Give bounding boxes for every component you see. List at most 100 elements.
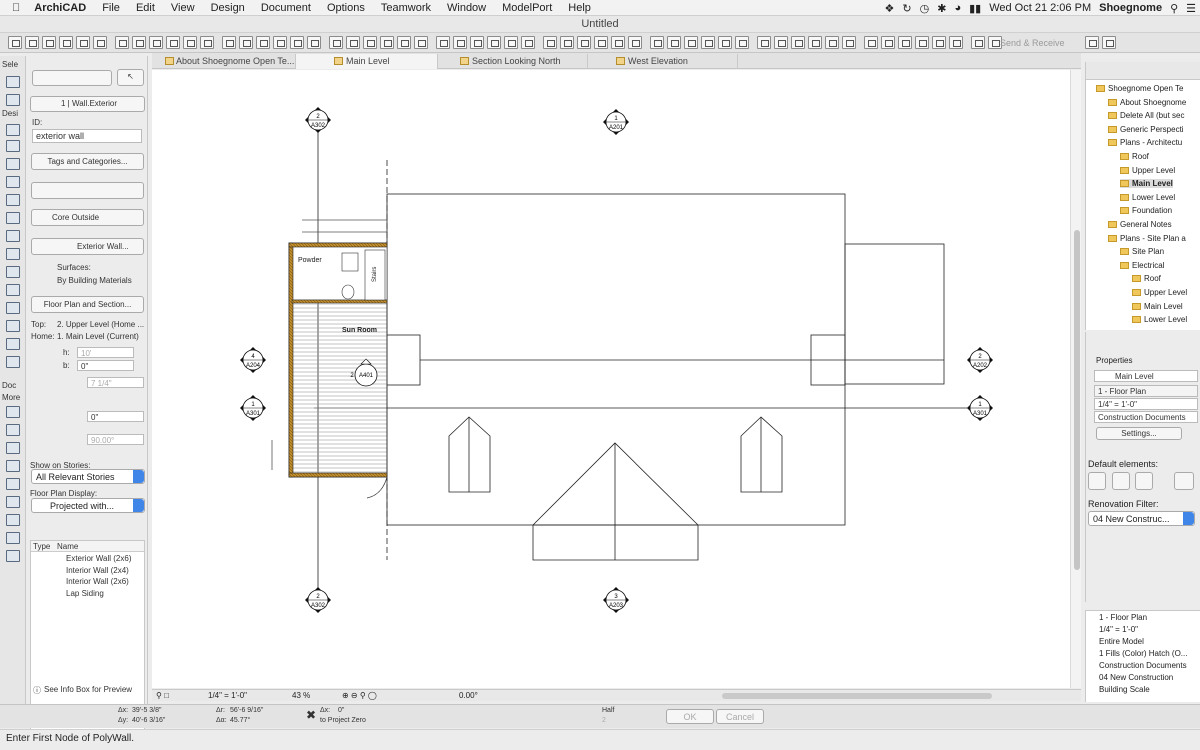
- toolbar-button[interactable]: [470, 36, 484, 49]
- ok-button[interactable]: OK: [666, 709, 714, 724]
- quick-option[interactable]: Construction Documents: [1099, 661, 1187, 670]
- tool-icon[interactable]: [6, 76, 20, 88]
- navigator-item[interactable]: Main Level: [1132, 302, 1183, 311]
- table-row[interactable]: Exterior Wall (2x6): [66, 554, 132, 563]
- geometry-method-buttons[interactable]: [32, 70, 112, 86]
- navigator-item[interactable]: Roof: [1120, 152, 1149, 161]
- menu-document[interactable]: Document: [253, 2, 319, 14]
- dormer-window-east[interactable]: [740, 416, 783, 493]
- toolbar-button[interactable]: [8, 36, 22, 49]
- menu-modelport[interactable]: ModelPort: [494, 2, 560, 14]
- core-outside-selector[interactable]: Core Outside: [31, 209, 144, 226]
- horizontal-scrollbar[interactable]: [722, 693, 992, 699]
- toolbar-button[interactable]: [42, 36, 56, 49]
- quick-option[interactable]: Entire Model: [1099, 637, 1144, 646]
- tool-icon[interactable]: [6, 338, 20, 350]
- section-marker[interactable]: 2 A302: [305, 587, 331, 613]
- navigator-item[interactable]: Lower Level: [1132, 315, 1187, 324]
- toolbar-button[interactable]: [628, 36, 642, 49]
- app-menu[interactable]: ArchiCAD: [26, 2, 94, 14]
- base-offset-field[interactable]: 0": [77, 360, 134, 371]
- floor-plan-section-button[interactable]: Floor Plan and Section...: [31, 296, 144, 313]
- tool-icon[interactable]: [6, 140, 20, 152]
- zoom-buttons[interactable]: ⊕ ⊖ ⚲ ◯: [342, 691, 377, 701]
- toolbar-button[interactable]: [881, 36, 895, 49]
- toolbar-button[interactable]: [611, 36, 625, 49]
- section-marker[interactable]: 1 A301: [967, 395, 993, 421]
- menu-options[interactable]: Options: [319, 2, 373, 14]
- navigator-item[interactable]: Generic Perspecti: [1108, 125, 1184, 134]
- default-element-button[interactable]: [1088, 472, 1106, 490]
- default-element-button[interactable]: [1174, 472, 1194, 490]
- tool-icon[interactable]: [6, 194, 20, 206]
- front-gable[interactable]: [532, 442, 699, 561]
- tool-icon[interactable]: [6, 424, 20, 436]
- toolbar-button[interactable]: [59, 36, 73, 49]
- quick-option[interactable]: Building Scale: [1099, 685, 1150, 694]
- toolbar-button[interactable]: [200, 36, 214, 49]
- toolbar-button[interactable]: [453, 36, 467, 49]
- navigator-item[interactable]: Lower Level: [1120, 193, 1175, 202]
- dy-value[interactable]: 40'-6 3/16": [132, 717, 165, 724]
- navigator-toolbar[interactable]: [1086, 62, 1200, 80]
- navigator-item[interactable]: Plans - Architectu: [1108, 138, 1182, 147]
- tool-icon[interactable]: [6, 266, 20, 278]
- wall-structure-buttons[interactable]: [31, 182, 144, 199]
- toolbar-button[interactable]: [273, 36, 287, 49]
- tool-icon[interactable]: [6, 442, 20, 454]
- toolbar-button[interactable]: [329, 36, 343, 49]
- quick-option[interactable]: 1/4" = 1'-0": [1099, 625, 1138, 634]
- quick-option[interactable]: 04 New Construction: [1099, 673, 1173, 682]
- apple-menu-icon[interactable]: : [0, 2, 26, 14]
- section-marker[interactable]: 2 A302: [305, 107, 331, 133]
- room-label-stairs[interactable]: Stairs: [372, 267, 378, 282]
- layer-selector[interactable]: 1 | Wall.Exterior: [30, 96, 145, 112]
- tool-icon[interactable]: [6, 406, 20, 418]
- toolbar-button[interactable]: [735, 36, 749, 49]
- scroll-thumb[interactable]: [1074, 230, 1080, 570]
- section-marker[interactable]: 1 A301: [240, 395, 266, 421]
- navigator-item[interactable]: Electrical: [1120, 261, 1164, 270]
- scale-field[interactable]: 1/4" = 1'-0": [1094, 398, 1198, 410]
- tool-icon[interactable]: [6, 212, 20, 224]
- navigator-item[interactable]: About Shoegnome: [1108, 98, 1186, 107]
- tab-section-north[interactable]: Section Looking North: [438, 54, 588, 69]
- offset-field[interactable]: 0": [87, 411, 144, 422]
- floor-plan-canvas[interactable]: Powder Sun Room Stairs 2 A302 1 A201 4 A…: [152, 70, 1070, 688]
- toolbar-button[interactable]: [290, 36, 304, 49]
- tool-icon[interactable]: [6, 460, 20, 472]
- navigator-item[interactable]: Upper Level: [1132, 288, 1187, 297]
- menu-design[interactable]: Design: [203, 2, 253, 14]
- half-value[interactable]: 2: [602, 717, 606, 724]
- toolbar-button[interactable]: [560, 36, 574, 49]
- dropbox-icon[interactable]: ❖: [881, 2, 899, 15]
- interior-wall[interactable]: [291, 299, 388, 304]
- toolbar-button[interactable]: [166, 36, 180, 49]
- zoom-tool-icons[interactable]: ⚲ □: [156, 691, 169, 701]
- arrow-tool-icon[interactable]: ↖: [117, 69, 144, 86]
- clock[interactable]: Wed Oct 21 2:06 PM: [985, 2, 1095, 14]
- toolbar-button[interactable]: [915, 36, 929, 49]
- settings-button[interactable]: Settings...: [1096, 427, 1182, 440]
- elevation-marker[interactable]: 2 A202: [967, 347, 993, 373]
- toolbar-button[interactable]: [239, 36, 253, 49]
- floor-plan-display-select[interactable]: Projected with...: [31, 498, 145, 513]
- toolbar-button[interactable]: [93, 36, 107, 49]
- menu-help[interactable]: Help: [560, 2, 599, 14]
- renovation-filter-select[interactable]: 04 New Construc...: [1088, 511, 1195, 526]
- navigator-item[interactable]: Foundation: [1120, 206, 1172, 215]
- toolbar-button[interactable]: [1102, 36, 1116, 49]
- roof-outline[interactable]: [386, 193, 846, 526]
- roof-extension-east[interactable]: [844, 243, 945, 385]
- toolbar-button[interactable]: [132, 36, 146, 49]
- quick-option[interactable]: 1 - Floor Plan: [1099, 613, 1147, 622]
- battery-icon[interactable]: ▮▮: [965, 2, 985, 15]
- surfaces-value[interactable]: By Building Materials: [57, 276, 132, 285]
- id-field[interactable]: exterior wall: [32, 129, 142, 143]
- spotlight-icon[interactable]: ⚲: [1166, 2, 1182, 15]
- cancel-button[interactable]: Cancel: [716, 709, 764, 724]
- tab-main-level[interactable]: Main Level: [296, 54, 438, 69]
- tags-categories-button[interactable]: Tags and Categories...: [31, 153, 144, 170]
- navigator-item[interactable]: Shoegnome Open Te: [1096, 84, 1183, 93]
- toolbar-button[interactable]: [414, 36, 428, 49]
